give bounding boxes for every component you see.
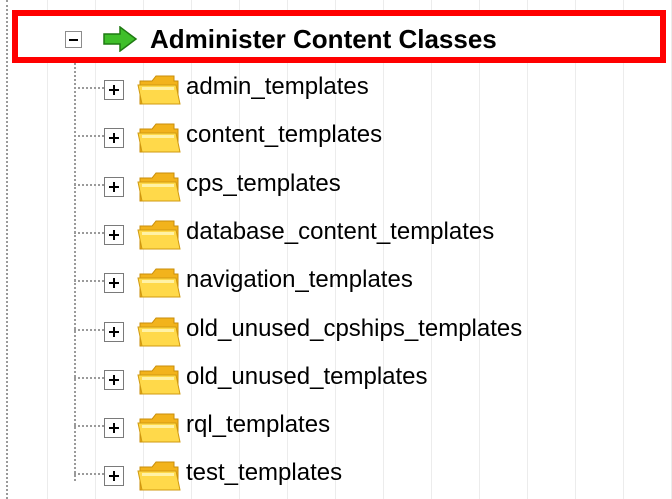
expand-toggle[interactable] [104,370,124,390]
folder-icon [137,413,181,443]
expand-toggle[interactable] [104,225,124,245]
folder-icon [137,317,181,347]
tree-item[interactable]: admin_templates [74,68,664,108]
folder-label: admin_templates [186,73,369,100]
folder-label: old_unused_templates [186,363,428,390]
tree-connector [74,232,104,234]
expand-toggle[interactable] [104,418,124,438]
tree-item[interactable]: old_unused_templates [74,358,664,398]
folder-icon [137,123,181,153]
tree-connector-root [6,0,8,499]
tree-connector-children [74,56,76,481]
expand-toggle[interactable] [104,466,124,486]
folder-icon [137,365,181,395]
folder-label: database_content_templates [186,218,495,245]
tree-connector [74,329,104,331]
tree-connector [74,87,104,89]
folder-icon [137,75,181,105]
tree-item[interactable]: database_content_templates [74,213,664,253]
tree-item[interactable]: test_templates [74,454,664,494]
tree-item[interactable]: rql_templates [74,406,664,446]
folder-icon [137,461,181,491]
collapse-toggle[interactable] [65,31,82,48]
tree-item[interactable]: cps_templates [74,165,664,205]
expand-toggle[interactable] [104,80,124,100]
expand-toggle[interactable] [104,273,124,293]
folder-icon [137,220,181,250]
folder-label: old_unused_cpships_templates [186,315,523,342]
folder-label: rql_templates [186,411,331,438]
tree-connector [74,377,104,379]
folder-label: test_templates [186,459,343,486]
folder-label: navigation_templates [186,266,413,293]
tree-item[interactable]: navigation_templates [74,261,664,301]
tree-connector [74,473,104,475]
folder-label: content_templates [186,121,383,148]
expand-toggle[interactable] [104,322,124,342]
tree-node-label: Administer Content Classes [150,24,497,54]
expand-toggle[interactable] [104,177,124,197]
tree-item[interactable]: old_unused_cpships_templates [74,310,664,350]
tree-node-administer-content-classes[interactable]: Administer Content Classes [12,10,666,63]
folder-icon [137,172,181,202]
folder-icon [137,268,181,298]
green-arrow-icon [103,26,138,52]
tree-connector [74,184,104,186]
tree-connector [74,280,104,282]
expand-toggle[interactable] [104,128,124,148]
tree-connector [74,135,104,137]
tree-item[interactable]: content_templates [74,116,664,156]
folder-label: cps_templates [186,170,341,197]
tree-connector [74,425,104,427]
